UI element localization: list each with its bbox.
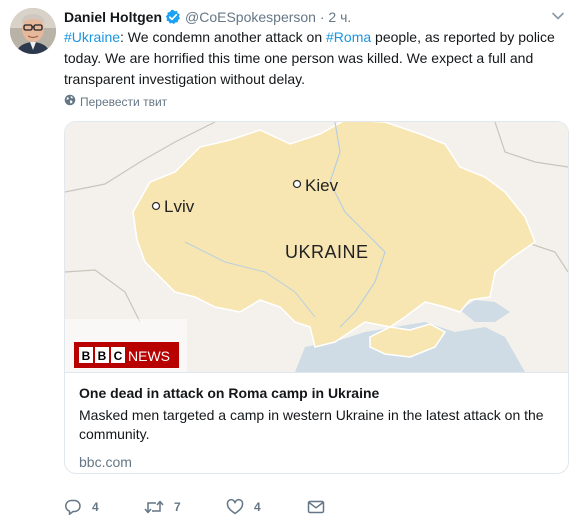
tweet-header: Daniel Holtgen @CoESpokesperson · 2 ч.: [64, 7, 537, 27]
reply-icon: [64, 498, 82, 516]
avatar-photo: [10, 8, 56, 54]
ukraine-map: Kiev Lviv UKRAINE B B C NEWS: [65, 122, 568, 372]
tweet-actions: 4 7 4: [64, 496, 364, 518]
card-description: Masked men targeted a camp in western Uk…: [79, 407, 544, 442]
direct-message-button[interactable]: [307, 496, 325, 518]
card-image-map: Kiev Lviv UKRAINE B B C NEWS: [65, 122, 568, 372]
card-domain: bbc.com: [79, 454, 132, 470]
link-card[interactable]: Kiev Lviv UKRAINE B B C NEWS One dead in…: [64, 121, 569, 474]
author-name[interactable]: Daniel Holtgen: [64, 9, 162, 25]
translate-label: Перевести твит: [80, 95, 168, 109]
reply-count: 4: [92, 500, 99, 514]
tweet-timestamp[interactable]: 2 ч.: [328, 9, 351, 25]
lviv-label: Lviv: [164, 197, 195, 216]
card-title[interactable]: One dead in attack on Roma camp in Ukrai…: [79, 383, 556, 403]
kiev-marker: [292, 179, 302, 189]
logo-news-text: NEWS: [128, 348, 170, 364]
retweet-icon: [144, 498, 164, 516]
translate-tweet-link[interactable]: Перевести твит: [64, 94, 167, 110]
card-info: One dead in attack on Roma camp in Ukrai…: [65, 372, 568, 473]
avatar[interactable]: [10, 8, 56, 54]
chevron-down-icon[interactable]: [551, 9, 565, 23]
retweet-count: 7: [174, 500, 181, 514]
time-separator: ·: [319, 9, 325, 25]
tweet-text-part: : We condemn another attack on: [120, 29, 327, 45]
svg-text:B: B: [82, 349, 91, 363]
lviv-marker: [151, 201, 161, 211]
tweet: Daniel Holtgen @CoESpokesperson · 2 ч. #U…: [0, 0, 577, 526]
ukraine-label: UKRAINE: [285, 242, 369, 262]
envelope-icon: [307, 498, 325, 516]
like-button[interactable]: 4: [226, 496, 261, 518]
globe-icon: [64, 94, 76, 110]
bbc-news-logo: B B C NEWS: [65, 319, 187, 372]
like-count: 4: [254, 500, 261, 514]
heart-icon: [226, 498, 244, 516]
hashtag-roma[interactable]: #Roma: [326, 29, 371, 45]
author-handle[interactable]: @CoESpokesperson: [185, 9, 316, 25]
svg-text:B: B: [98, 349, 107, 363]
hashtag-ukraine[interactable]: #Ukraine: [64, 29, 120, 45]
reply-button[interactable]: 4: [64, 496, 99, 518]
tweet-text: #Ukraine: We condemn another attack on #…: [64, 27, 564, 90]
retweet-button[interactable]: 7: [144, 496, 181, 518]
kiev-label: Kiev: [305, 176, 339, 195]
svg-text:C: C: [114, 349, 123, 363]
